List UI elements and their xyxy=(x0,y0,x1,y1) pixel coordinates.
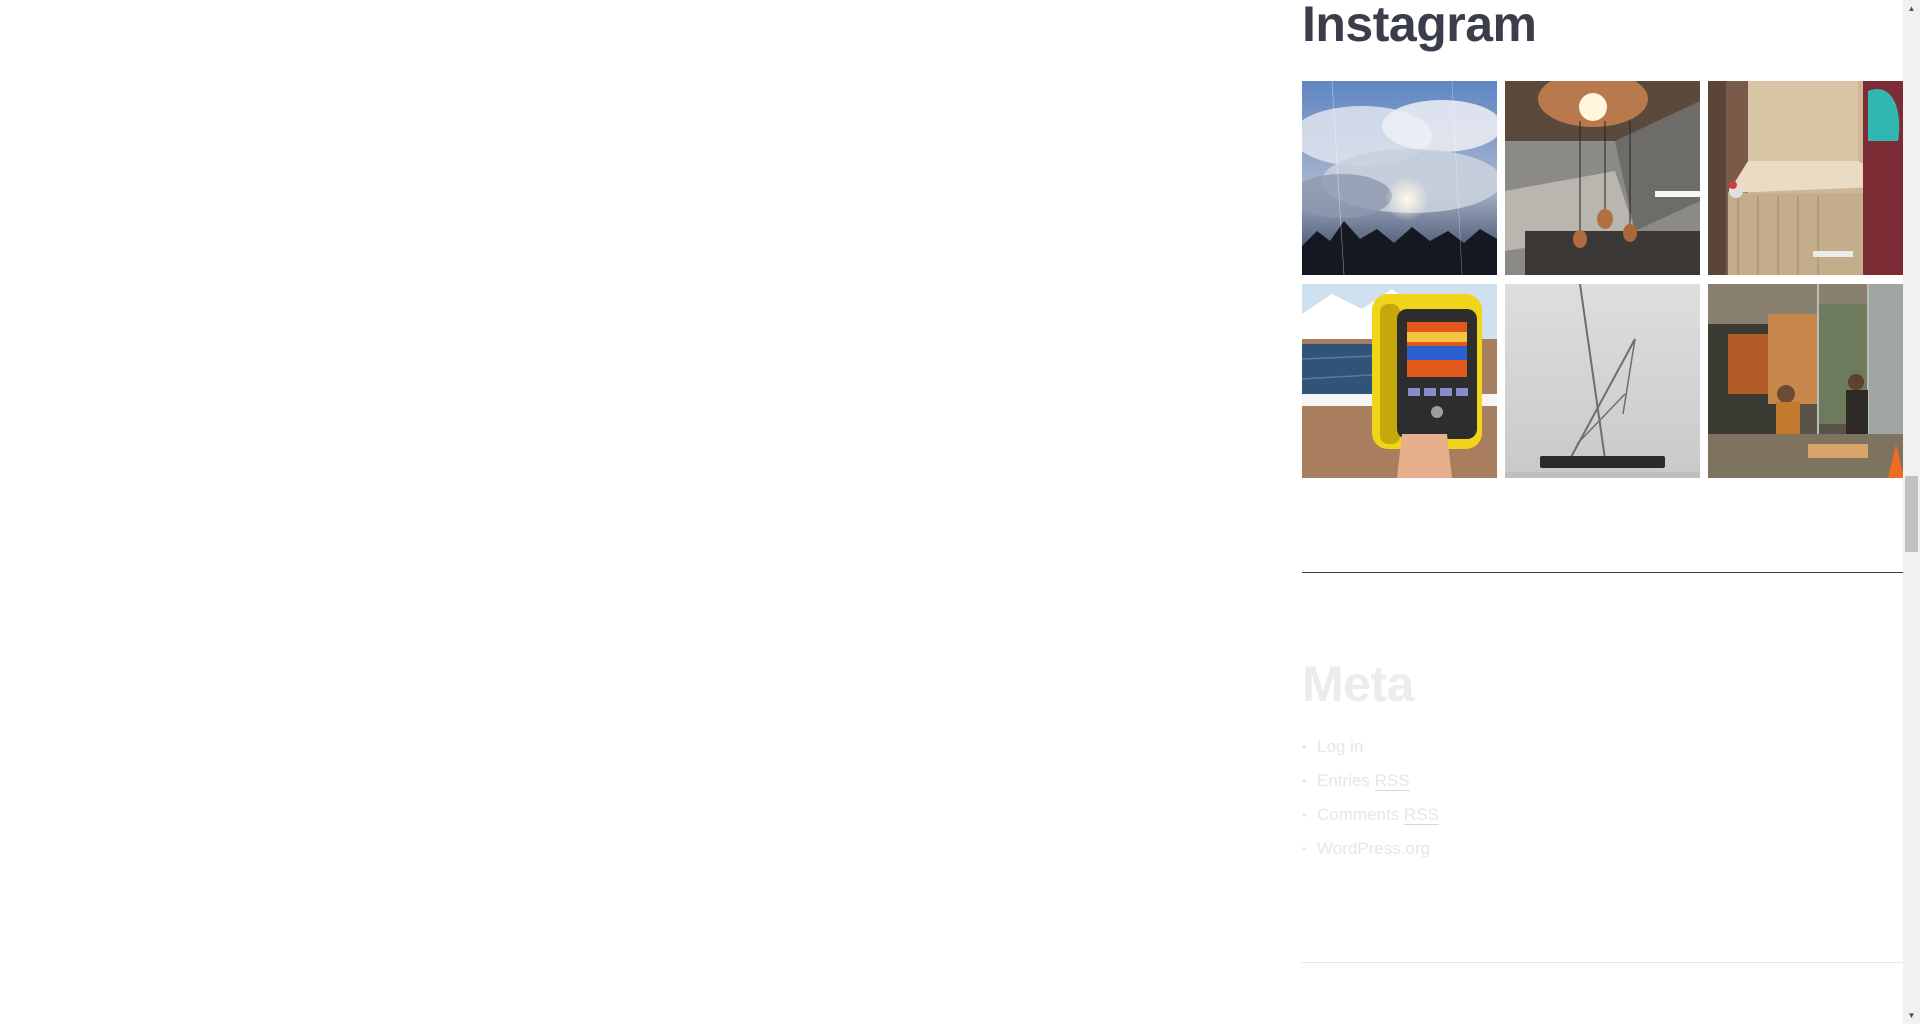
bullet-icon: • xyxy=(1302,808,1307,822)
entries-rss-label: Entries xyxy=(1317,771,1375,790)
instagram-photo-clouds[interactable] xyxy=(1302,81,1497,275)
page: Instagram Meta • Log in • Entries RSS • … xyxy=(0,0,1920,1024)
instagram-photo-workshop[interactable] xyxy=(1708,284,1903,478)
instagram-photo-sculpture[interactable] xyxy=(1505,284,1700,478)
meta-widget-title: Meta xyxy=(1302,656,1414,712)
meta-link-item: • Log in xyxy=(1302,734,1439,768)
instagram-photo-lamps[interactable] xyxy=(1505,81,1700,275)
bullet-icon: • xyxy=(1302,774,1307,788)
meta-link-item: • Comments RSS xyxy=(1302,802,1439,836)
scrollbar-thumb[interactable] xyxy=(1905,476,1918,552)
rss-abbr: RSS xyxy=(1374,771,1410,791)
instagram-photo-thermal-camera[interactable] xyxy=(1302,284,1497,478)
entries-rss-link[interactable]: Entries RSS xyxy=(1317,771,1410,791)
instagram-photo-room[interactable] xyxy=(1708,81,1903,275)
instagram-widget-title: Instagram xyxy=(1302,0,1537,52)
widget-divider xyxy=(1302,572,1904,573)
bullet-icon: • xyxy=(1302,740,1307,754)
thermal-camera-photo-icon xyxy=(1302,284,1497,478)
clouds-photo-icon xyxy=(1302,81,1497,275)
scroll-down-arrow-icon[interactable]: ▼ xyxy=(1903,1007,1920,1024)
meta-link-item: • WordPress.org xyxy=(1302,836,1439,870)
room-photo-icon xyxy=(1708,81,1903,275)
rss-abbr: RSS xyxy=(1403,805,1439,825)
login-link[interactable]: Log in xyxy=(1317,737,1363,756)
instagram-grid xyxy=(1302,81,1904,478)
vertical-scrollbar[interactable]: ▲ ▼ xyxy=(1903,0,1920,1024)
comments-rss-label: Comments xyxy=(1317,805,1404,824)
sculpture-photo-icon xyxy=(1505,284,1700,478)
comments-rss-link[interactable]: Comments RSS xyxy=(1317,805,1439,825)
meta-link-item: • Entries RSS xyxy=(1302,768,1439,802)
scroll-up-arrow-icon[interactable]: ▲ xyxy=(1903,0,1920,17)
widget-divider xyxy=(1302,962,1904,963)
workshop-photo-icon xyxy=(1708,284,1903,478)
wordpress-org-link[interactable]: WordPress.org xyxy=(1317,839,1430,858)
meta-links-list: • Log in • Entries RSS • Comments RSS • … xyxy=(1302,734,1439,870)
lamps-photo-icon xyxy=(1505,81,1700,275)
bullet-icon: • xyxy=(1302,842,1307,856)
